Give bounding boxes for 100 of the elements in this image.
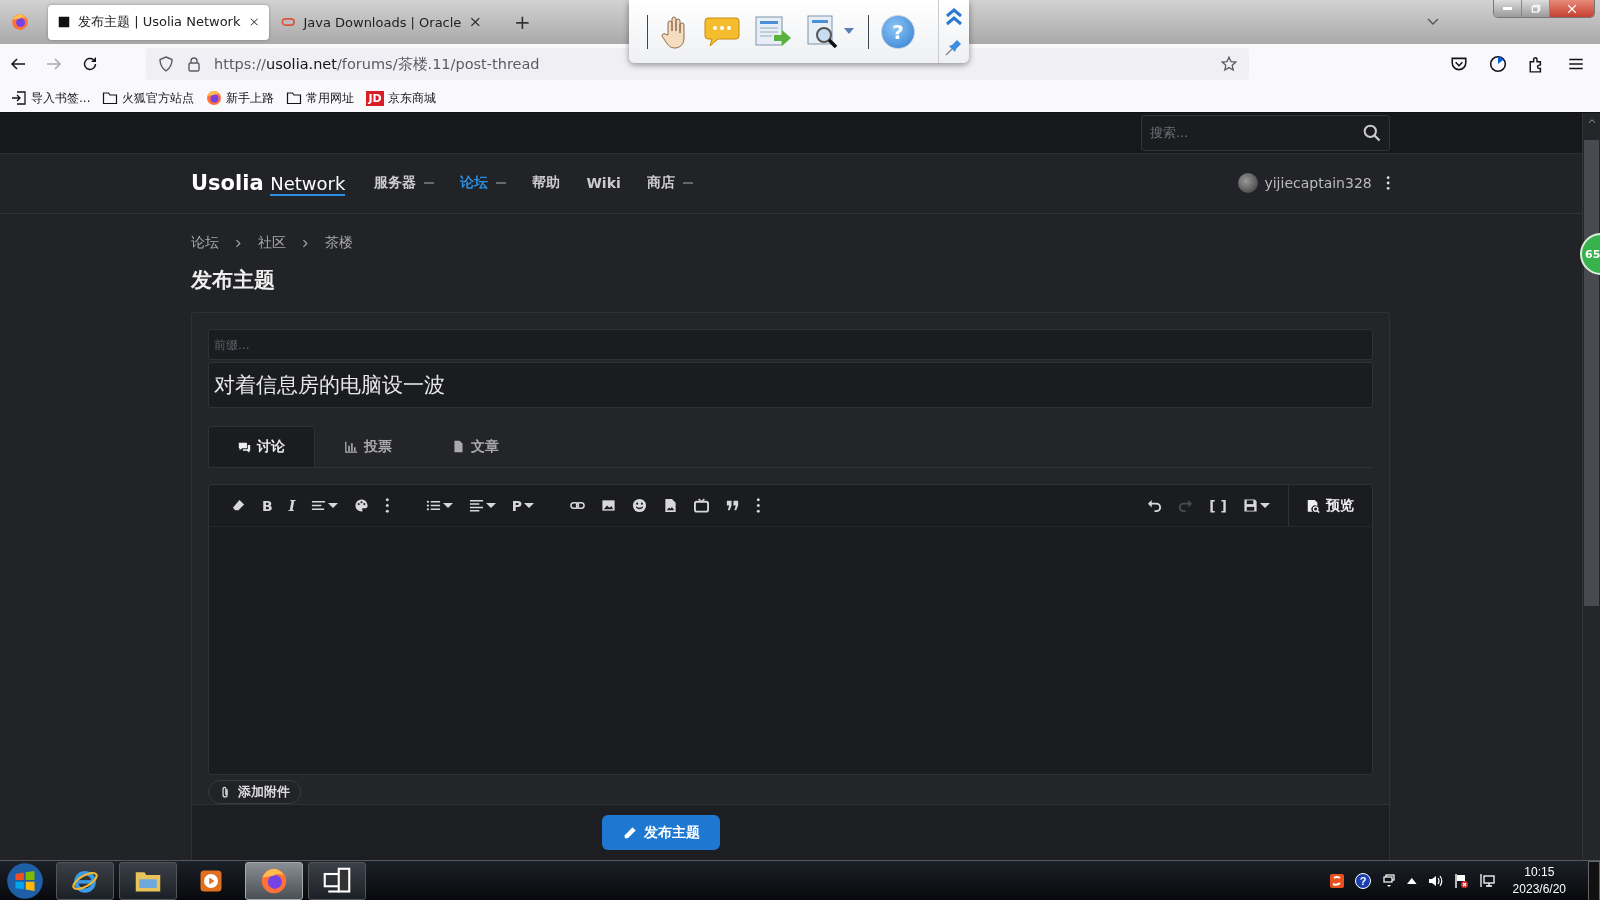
minimize-icon (1503, 7, 1512, 10)
scrollbar[interactable] (1582, 113, 1600, 860)
username[interactable]: yijiecaptain328 (1264, 175, 1372, 192)
nav-tab[interactable]: 服务器 (374, 174, 435, 193)
prefix-field[interactable]: 前缀... (208, 329, 1373, 360)
new-tab-button[interactable]: + (508, 9, 537, 35)
back-arrow-icon (10, 56, 26, 72)
more-vertical-icon (756, 498, 761, 513)
nav-tab[interactable]: 帮助 (532, 174, 561, 193)
clock-icon (1489, 55, 1507, 73)
window-switch-icon (1381, 872, 1397, 889)
quote-icon (725, 498, 741, 513)
pin-icon[interactable] (944, 37, 964, 58)
text-lines-icon (311, 498, 327, 513)
fox-icon (11, 13, 29, 31)
shield-icon (158, 56, 174, 72)
flag-icon (1452, 872, 1469, 889)
url-text: https://usolia.net/forums/茶楼.11/post-thread (214, 54, 541, 74)
close-icon (469, 15, 482, 29)
nav-tab[interactable]: 论坛 (460, 174, 507, 193)
fox-icon (260, 866, 288, 895)
shop-logo: JD (366, 90, 384, 106)
redo-icon (1178, 498, 1194, 513)
chat-icon (238, 440, 251, 454)
browser-tab[interactable]: Java Downloads | Oracle (271, 4, 492, 40)
preview-button[interactable]: 预览 (1288, 485, 1372, 526)
eraser-icon (231, 498, 246, 513)
chevron-right-icon (233, 237, 244, 249)
document-search-icon[interactable] (806, 13, 856, 50)
square-logo-icon (58, 14, 70, 30)
breadcrumb-link[interactable]: 茶楼 (325, 234, 353, 252)
bookmark[interactable]: JD 京东商城 (366, 89, 436, 107)
editor-tab[interactable]: 讨论 (208, 426, 315, 467)
minimize-button[interactable] (1494, 0, 1522, 17)
scroll-up-icon (1586, 116, 1597, 126)
align-icon (468, 498, 484, 513)
show-desktop-button[interactable] (1588, 860, 1600, 900)
editor-tab[interactable]: 文章 (422, 426, 529, 467)
submit-button[interactable]: 发布主题 (602, 815, 720, 850)
double-chevron-up-icon[interactable] (944, 5, 964, 26)
computer-icon (323, 866, 351, 895)
toolbar-button[interactable]: [ ] (1201, 490, 1235, 521)
forward-arrow-icon (46, 56, 62, 72)
image-icon (601, 498, 617, 513)
more-vertical-icon (385, 498, 390, 513)
undo-icon (1147, 498, 1163, 513)
breadcrumb-link[interactable]: 论坛 (191, 234, 219, 252)
restore-icon (1529, 2, 1542, 15)
chevron-right-icon (300, 237, 311, 249)
bookmark[interactable]: 火狐官方站点 (102, 89, 195, 107)
search-icon (1363, 123, 1381, 142)
document-icon (452, 440, 465, 453)
up-arrow-icon (1407, 877, 1417, 884)
import-icon (11, 90, 27, 106)
browser-tab[interactable]: 发布主题 | Usolia Network (48, 4, 269, 40)
start-orb-icon (6, 861, 44, 900)
preview-icon (1306, 498, 1320, 513)
star-icon (1221, 56, 1237, 72)
taskbar-button[interactable] (245, 861, 303, 900)
folder-icon (286, 90, 303, 106)
restore-button[interactable] (1522, 0, 1550, 17)
breadcrumb-link[interactable]: 社区 (258, 234, 286, 252)
bookmark[interactable]: 新手上路 (206, 89, 275, 107)
taskbar-button[interactable] (308, 861, 366, 900)
palette-icon (354, 498, 370, 513)
taskbar-button[interactable] (119, 861, 177, 900)
editor[interactable]: B I P [ ] 预览 (208, 484, 1373, 775)
bar-chart-icon (345, 440, 358, 453)
bookmark[interactable]: 导入书签... (11, 89, 91, 107)
tv-icon (694, 498, 710, 513)
search-field[interactable]: 搜索... (1141, 114, 1390, 151)
toolbar-button[interactable]: B (254, 490, 281, 521)
document-export-icon[interactable] (754, 14, 792, 49)
bullet-list-icon (425, 498, 441, 513)
editor-tab[interactable]: 投票 (315, 426, 422, 467)
help-icon[interactable]: ? (1355, 872, 1371, 889)
attach-button[interactable]: 添加附件 (208, 780, 301, 804)
toolbar-button[interactable]: I (280, 490, 304, 521)
taskbar-button[interactable] (56, 861, 114, 900)
nav-tab[interactable]: Wiki (586, 175, 621, 192)
folder-icon (102, 90, 119, 106)
pencil-icon (622, 825, 637, 840)
image-file-icon (663, 498, 679, 513)
toolbar-button[interactable]: P (503, 490, 543, 521)
nav-tab[interactable]: 商店 (646, 174, 693, 193)
close-window-button[interactable] (1550, 0, 1594, 17)
close-icon (1566, 2, 1578, 15)
pocket-icon (1450, 55, 1468, 73)
reload-icon (82, 56, 98, 72)
network-icon (1478, 872, 1495, 889)
fox-icon (206, 90, 223, 106)
close-icon (248, 15, 259, 29)
bookmark[interactable]: 常用网址 (286, 89, 355, 107)
page-title: 发布主题 (191, 267, 276, 294)
avatar[interactable] (1238, 173, 1259, 194)
site-logo[interactable]: Usolia Network (191, 171, 346, 196)
title-field[interactable]: 对着信息房的电脑设一波 (208, 362, 1373, 408)
clock[interactable]: 10:15 2023/6/20 (1512, 863, 1566, 898)
smiley-icon (632, 498, 648, 513)
more-vertical-icon (1385, 176, 1390, 191)
